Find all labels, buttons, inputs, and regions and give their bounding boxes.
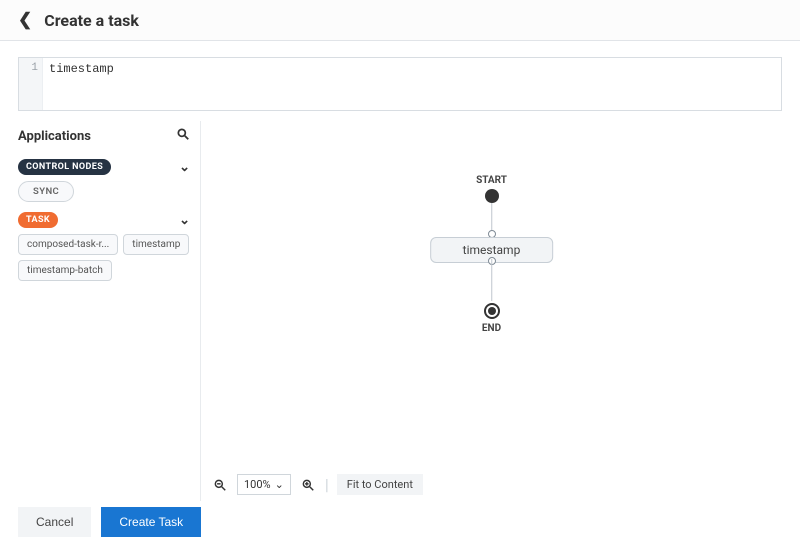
back-icon[interactable]: ❮ xyxy=(18,10,32,30)
body: Applications CONTROL NODES ⌄ SYNC TASK ⌄… xyxy=(0,121,800,501)
zoom-out-icon[interactable] xyxy=(211,476,229,494)
code-editor[interactable]: 1 timestamp xyxy=(18,57,782,111)
flow-canvas[interactable]: START timestamp END xyxy=(201,121,782,441)
end-node[interactable] xyxy=(484,303,500,319)
footer-actions: Cancel Create Task xyxy=(0,501,800,537)
task-pill: TASK xyxy=(18,212,58,228)
control-chips: SYNC xyxy=(18,181,190,202)
control-nodes-pill: CONTROL NODES xyxy=(18,159,111,175)
applications-label: Applications xyxy=(18,129,91,144)
cancel-button[interactable]: Cancel xyxy=(18,507,91,537)
applications-header: Applications xyxy=(18,125,190,153)
group-control-nodes: CONTROL NODES ⌄ xyxy=(18,159,190,175)
line-number: 1 xyxy=(19,58,43,110)
edge-start-to-node xyxy=(491,203,493,231)
chevron-down-icon: ⌄ xyxy=(275,478,284,491)
page-title: Create a task xyxy=(44,11,139,30)
search-icon[interactable] xyxy=(176,127,190,145)
chip-sync[interactable]: SYNC xyxy=(18,181,74,202)
start-node[interactable] xyxy=(485,189,499,203)
group-task: TASK ⌄ xyxy=(18,212,190,228)
chevron-down-icon[interactable]: ⌄ xyxy=(179,213,190,228)
zoom-value: 100% xyxy=(244,478,271,491)
page-header: ❮ Create a task xyxy=(0,0,800,41)
canvas-toolbar: 100% ⌄ | Fit to Content xyxy=(211,474,423,495)
chip-timestamp[interactable]: timestamp xyxy=(123,234,189,255)
canvas-panel: START timestamp END 100% ⌄ | Fit to Cont… xyxy=(200,121,782,501)
create-task-button[interactable]: Create Task xyxy=(101,507,201,537)
end-label: END xyxy=(482,323,501,334)
chip-composed-task[interactable]: composed-task-r... xyxy=(18,234,118,255)
toolbar-divider: | xyxy=(325,475,329,494)
chip-timestamp-batch[interactable]: timestamp-batch xyxy=(18,260,112,281)
edge-node-to-end xyxy=(491,259,493,301)
zoom-level-select[interactable]: 100% ⌄ xyxy=(237,474,291,495)
applications-sidebar: Applications CONTROL NODES ⌄ SYNC TASK ⌄… xyxy=(0,121,200,501)
chevron-down-icon[interactable]: ⌄ xyxy=(179,160,190,175)
start-label: START xyxy=(476,175,507,186)
code-content: timestamp xyxy=(43,58,781,110)
zoom-in-icon[interactable] xyxy=(299,476,317,494)
task-chips: composed-task-r... timestamp timestamp-b… xyxy=(18,234,190,281)
fit-to-content-button[interactable]: Fit to Content xyxy=(337,474,423,495)
